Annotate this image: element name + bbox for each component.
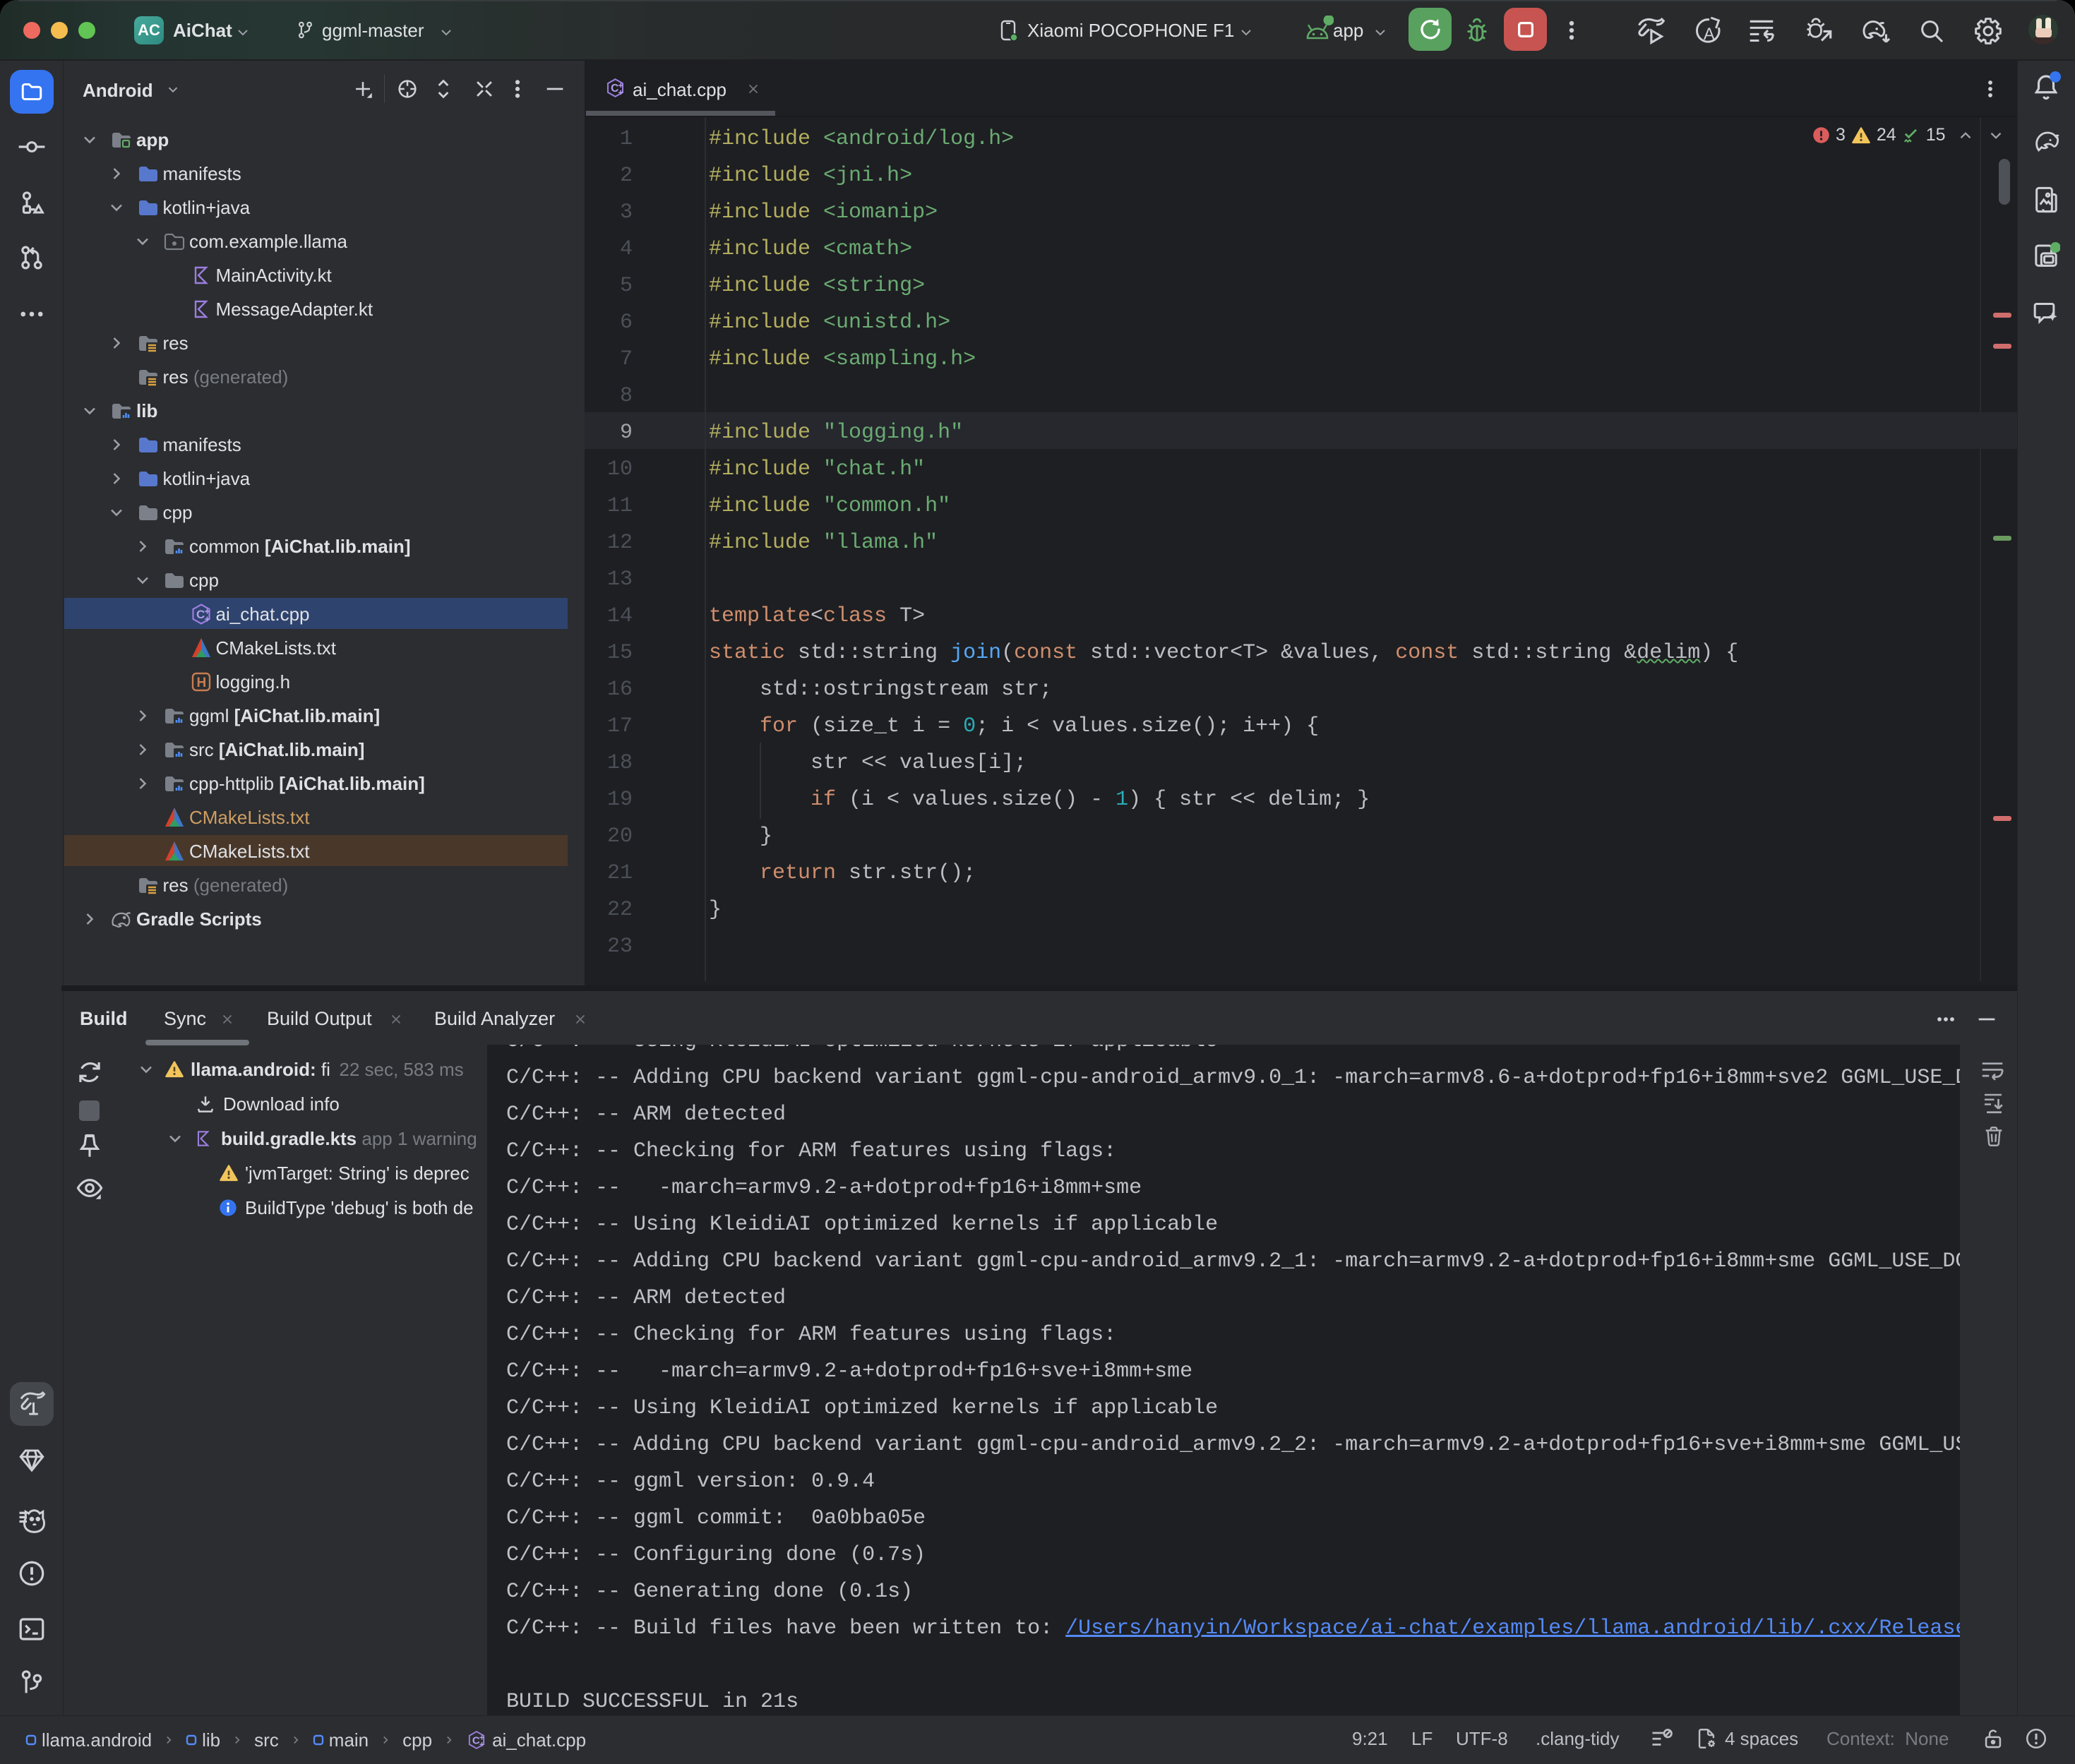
svg-text:C: C	[196, 608, 205, 621]
svg-text:A: A	[1704, 25, 1715, 44]
svg-text:H: H	[196, 676, 206, 690]
svg-text:C: C	[472, 1734, 480, 1746]
svg-text:C: C	[611, 83, 618, 95]
